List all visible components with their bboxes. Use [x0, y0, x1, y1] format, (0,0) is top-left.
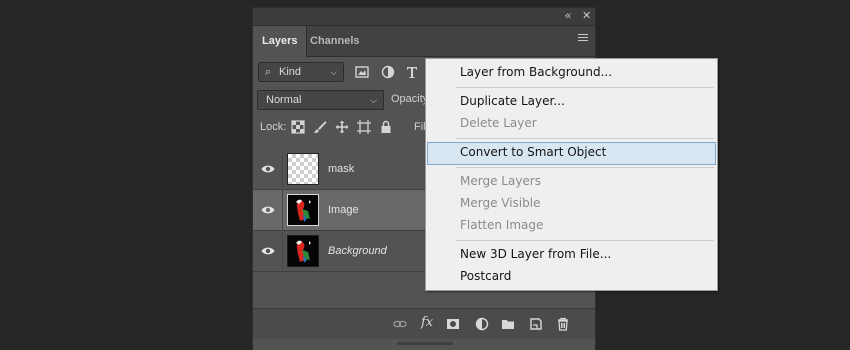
type-filter-icon[interactable] [405, 65, 419, 79]
image-filter-icon[interactable] [355, 65, 369, 79]
layer-name[interactable]: Background [328, 245, 387, 257]
trash-icon[interactable] [556, 317, 570, 331]
tab-layers[interactable]: Layers [253, 26, 308, 57]
panel-resize-grip[interactable] [397, 342, 453, 345]
tab-channels[interactable]: Channels [301, 26, 369, 56]
chevron-down-icon: ⌵ [370, 95, 377, 105]
link-icon[interactable] [393, 317, 407, 331]
menu-separator [456, 167, 714, 168]
menu-item-flatten-image[interactable]: Flatten Image [427, 215, 716, 236]
filter-kind-select[interactable]: ⌕ Kind ⌵ [258, 62, 344, 82]
add-mask-icon[interactable] [446, 317, 460, 331]
menu-item-convert-to-smart-object[interactable]: Convert to Smart Object [427, 142, 716, 165]
lock-image-pixels-icon[interactable] [313, 120, 327, 134]
panel-menu-icon[interactable] [578, 34, 588, 44]
layer-thumbnail-background [287, 235, 319, 267]
eye-icon [261, 247, 275, 255]
panel-bottom-toolbar: fx [253, 308, 595, 339]
visibility-toggle[interactable] [253, 190, 283, 230]
eye-icon [261, 206, 275, 214]
lock-all-icon[interactable] [379, 120, 393, 134]
filter-kind-label: Kind [279, 66, 302, 78]
panel-titlebar: « ✕ [253, 8, 595, 26]
eye-icon [261, 165, 275, 173]
visibility-toggle[interactable] [253, 149, 283, 189]
parrot-thumbnail-icon [288, 236, 318, 266]
blend-mode-select[interactable]: Normal ⌵ [257, 90, 384, 110]
chevron-down-icon: ⌵ [330, 67, 337, 77]
layer-thumbnail-image [287, 194, 319, 226]
lock-transparent-pixels-icon[interactable] [291, 120, 305, 134]
layer-thumbnail-mask [287, 153, 319, 185]
fx-icon[interactable]: fx [421, 315, 435, 330]
double-chevron-left-icon[interactable]: « [565, 9, 571, 23]
menu-item-new-3d-layer-from-file[interactable]: New 3D Layer from File... [427, 244, 716, 265]
lock-label: Lock: [260, 121, 287, 133]
group-folder-icon[interactable] [501, 317, 515, 331]
magnifier-icon: ⌕ [265, 66, 272, 78]
new-layer-icon[interactable] [529, 317, 543, 331]
menu-item-delete-layer[interactable]: Delete Layer [427, 113, 716, 134]
menu-item-postcard[interactable]: Postcard [427, 266, 716, 287]
menu-item-duplicate-layer[interactable]: Duplicate Layer... [427, 91, 716, 112]
menu-item-merge-layers[interactable]: Merge Layers [427, 171, 716, 192]
opacity-label: Opacity [391, 93, 429, 105]
blend-mode-value: Normal [266, 94, 302, 106]
adjustment-layer-icon[interactable] [475, 317, 489, 331]
adjustment-filter-icon[interactable] [381, 65, 395, 79]
menu-separator [456, 87, 714, 88]
menu-separator [456, 240, 714, 241]
menu-separator [456, 138, 714, 139]
visibility-toggle[interactable] [253, 231, 283, 271]
parrot-thumbnail-icon [288, 195, 318, 225]
layer-name[interactable]: Image [328, 204, 359, 216]
close-icon[interactable]: ✕ [582, 9, 591, 23]
panel-tabs: Layers Channels [253, 26, 595, 57]
lock-position-icon[interactable] [335, 120, 349, 134]
context-menu: Layer from Background... Duplicate Layer… [425, 58, 718, 291]
menu-item-merge-visible[interactable]: Merge Visible [427, 193, 716, 214]
prevent-autonest-icon[interactable] [357, 120, 371, 134]
layer-name[interactable]: mask [328, 163, 354, 175]
menu-item-layer-from-background[interactable]: Layer from Background... [427, 62, 716, 83]
